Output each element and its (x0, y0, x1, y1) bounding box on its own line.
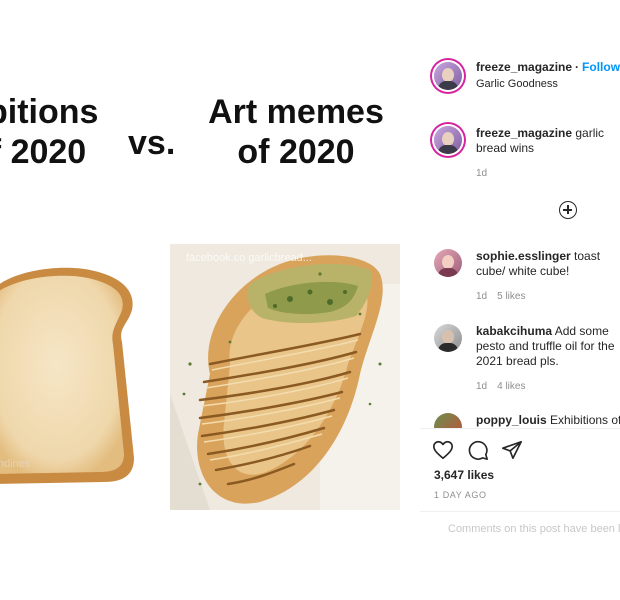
caption-author-avatar[interactable] (434, 126, 462, 154)
comment-text: poppy_louis Exhibitions of (476, 413, 620, 428)
caption-username[interactable]: freeze_magazine (476, 126, 572, 140)
post-location[interactable]: Garlic Goodness (476, 78, 558, 90)
comment-likes[interactable]: 4 likes (497, 381, 525, 392)
meme-title-right-line2: of 2020 (237, 133, 355, 171)
meme-title-right-line1: Art memes (208, 93, 384, 131)
comments-limited-notice: Comments on this post have been limited. (448, 523, 620, 535)
meme-title-right: Art memes of 2020 (196, 92, 396, 172)
meme-title-left: ibitions f 2020 (0, 92, 138, 172)
watermark-left: ndines (0, 458, 31, 470)
meme-title-left-line1: ibitions (0, 93, 99, 131)
comment-meta: 1d 4 likes (476, 381, 525, 392)
comment-time[interactable]: 1d (476, 291, 487, 302)
like-heart-icon[interactable] (432, 439, 454, 461)
follow-button[interactable]: Follow (582, 60, 620, 74)
post-side-panel: freeze_magazine · Follow Garlic Goodness f… (420, 0, 620, 600)
load-more-comments-icon[interactable] (559, 201, 577, 219)
meme-image: ibitions f 2020 vs. Art memes of 2020 nd… (0, 0, 420, 600)
author-username[interactable]: freeze_magazine (476, 60, 572, 74)
comment-time[interactable]: 1d (476, 381, 487, 392)
post-header: freeze_magazine · Follow Garlic Goodness (420, 52, 620, 102)
comment-bubble-icon[interactable] (467, 439, 489, 461)
meme-title-left-line2: f 2020 (0, 133, 87, 171)
post-actions-section: 3,647 likes 1 DAY AGO Comments on this p… (420, 428, 620, 549)
share-paper-plane-icon[interactable] (501, 439, 523, 461)
comment-username[interactable]: sophie.esslinger (476, 249, 571, 263)
comment-text: kabakcihuma Add some pesto and truffle o… (476, 324, 620, 369)
caption-text: freeze_magazine garlic bread wins (476, 126, 620, 156)
post-age[interactable]: 1 DAY AGO (434, 490, 487, 500)
header-separator-dot: · (575, 60, 580, 74)
caption-time[interactable]: 1d (476, 168, 487, 179)
commenter-avatar[interactable] (434, 324, 462, 352)
meme-vs: vs. (128, 124, 176, 162)
likes-count[interactable]: 3,647 likes (434, 468, 494, 482)
author-avatar[interactable] (434, 62, 462, 90)
comment-username[interactable]: poppy_louis (476, 413, 547, 427)
comment-body: Exhibitions of (546, 413, 620, 427)
comment-meta: 1d 5 likes (476, 291, 525, 302)
garlic-bread-photo (170, 244, 400, 510)
commenter-avatar[interactable] (434, 249, 462, 277)
comment-text: sophie.esslinger toast cube/ white cube! (476, 249, 620, 279)
caption-meta: 1d (476, 168, 487, 179)
header-title-row: freeze_magazine · Follow (476, 60, 620, 74)
comment-username[interactable]: kabakcihuma (476, 324, 552, 338)
plain-toast-illustration (0, 267, 134, 484)
comment-divider (420, 511, 620, 512)
comment-likes[interactable]: 5 likes (497, 291, 525, 302)
watermark-right: facebook.co garlicbread... (186, 252, 312, 264)
